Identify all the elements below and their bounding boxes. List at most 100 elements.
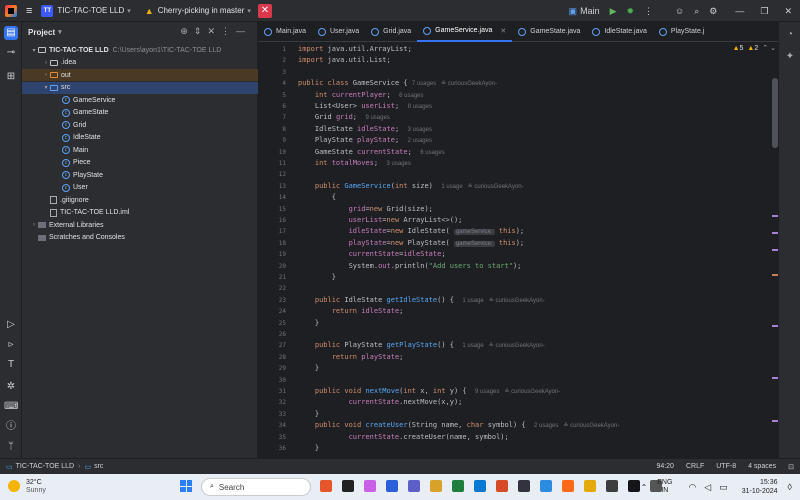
code-line[interactable]: GameState currentState; 6 usages [298, 147, 445, 158]
taskbar-app-icon[interactable] [320, 480, 332, 492]
tree-item[interactable]: TIC-TAC-TOE LLD.iml [22, 207, 258, 219]
code-line[interactable]: } [298, 443, 319, 454]
project-switcher[interactable]: TT TIC-TAC-TOE LLD ▾ [41, 4, 131, 17]
taskbar-app-icon[interactable] [562, 480, 574, 492]
debug-icon[interactable]: ✹ [627, 6, 635, 17]
code-line[interactable]: int totalMoves; 3 usages [298, 158, 411, 169]
code-line[interactable]: public PlayState getPlayState() { 1 usag… [298, 340, 545, 351]
weather-icon[interactable] [8, 480, 20, 492]
tray-overflow-icon[interactable]: ⌃ [641, 483, 648, 492]
taskbar-app-icon[interactable] [386, 480, 398, 492]
wifi-icon[interactable]: ◠ [688, 482, 696, 493]
editor-tab[interactable]: GameState.java [512, 22, 586, 42]
editor-tab[interactable]: IdleState.java [586, 22, 652, 42]
tree-item[interactable]: c Main [22, 144, 258, 156]
more-icon[interactable]: ⋮ [644, 6, 653, 17]
project-icon[interactable]: ▤ [4, 26, 18, 40]
speaker-icon[interactable]: ◁ [704, 482, 711, 493]
run-config-select[interactable]: Main [580, 6, 600, 16]
code-line[interactable]: } [298, 409, 319, 420]
code-line[interactable]: return idleState; [298, 306, 404, 317]
breadcrumb-folder[interactable]: src [94, 463, 103, 470]
panel-tools[interactable]: ⊕⇕✕⋮— [180, 26, 251, 37]
code-line[interactable]: PlayState playState; 2 usages [298, 135, 432, 146]
code-area[interactable]: import java.util.ArrayList; import java.u… [298, 42, 778, 458]
taskbar-search[interactable]: ⌕ Search [201, 478, 311, 496]
code-line[interactable]: idleState=new IdleState( gameService: th… [298, 226, 524, 237]
tree-item[interactable]: .gitignore [22, 194, 258, 206]
chevron-down-icon[interactable]: ▾ [42, 84, 50, 91]
editor-tab[interactable]: Main.java [258, 22, 312, 42]
chevron-right-icon[interactable]: › [42, 72, 50, 78]
line-separator[interactable]: CRLF [686, 463, 704, 471]
code-line[interactable]: userList=new ArrayList<>(); [298, 215, 463, 226]
restore-icon[interactable]: ❐ [760, 6, 768, 17]
editor-tab[interactable]: User.java [312, 22, 365, 42]
tree-item[interactable]: c GameService [22, 94, 258, 106]
breadcrumb-project[interactable]: TIC-TAC-TOE LLD [16, 463, 74, 470]
tree-item[interactable]: Scratches and Consoles [22, 232, 258, 244]
taskbar-app-icon[interactable] [364, 480, 376, 492]
tree-item[interactable]: c Piece [22, 157, 258, 169]
code-line[interactable]: } [298, 272, 336, 283]
tree-item[interactable]: › External Libraries [22, 219, 258, 231]
code-line[interactable]: IdleState idleState; 3 usages [298, 124, 432, 135]
tree-item[interactable]: c IdleState [22, 132, 258, 144]
language-indicator[interactable]: ENG IN [657, 479, 672, 495]
chevron-right-icon[interactable]: › [42, 60, 50, 66]
code-line[interactable]: } [298, 363, 319, 374]
editor-tab[interactable]: GameService.java ✕ [417, 22, 513, 42]
settings-icon[interactable]: ⚙ [709, 6, 717, 17]
code-line[interactable]: List<User> userList; 8 usages [298, 101, 432, 112]
code-line[interactable]: return playState; [298, 352, 404, 363]
taskbar-app-icon[interactable] [628, 480, 640, 492]
build-icon[interactable]: ▹ [4, 338, 18, 352]
taskbar-app-icon[interactable] [342, 480, 354, 492]
clock[interactable]: 15:36 31-10-2024 [742, 478, 778, 496]
ai-assistant-icon[interactable]: ✦ [783, 50, 797, 64]
code-line[interactable]: public void nextMove(int x, int y) { 9 u… [298, 386, 560, 397]
close-icon[interactable]: ✕ [257, 3, 272, 18]
tree-item[interactable]: ▾ TIC-TAC-TOE LLD C:\Users\ayon1\TIC-TAC-T… [22, 44, 258, 56]
taskbar-app-icon[interactable] [518, 480, 530, 492]
notifications-icon[interactable]: ◔ [783, 28, 797, 42]
taskbar-app-icon[interactable] [496, 480, 508, 492]
taskbar-app-icon[interactable] [540, 480, 552, 492]
editor-tab[interactable]: PlayState.j [653, 22, 710, 42]
code-line[interactable]: } [298, 318, 319, 329]
weather-widget[interactable]: 32°C Sunny [26, 479, 46, 495]
code-line[interactable]: int currentPlayer; 6 usages [298, 90, 424, 101]
problems-icon[interactable]: ⓘ [4, 420, 18, 434]
tree-item[interactable]: › .idea [22, 57, 258, 69]
tree-item[interactable]: c GameState [22, 107, 258, 119]
inspection-widget[interactable]: ▲ 5 ▲ 2 ⌃ ⌄ [733, 44, 776, 53]
close-window-icon[interactable]: ✕ [784, 6, 792, 17]
caret-position[interactable]: 94:20 [656, 463, 674, 471]
editor-tab[interactable]: Grid.java [365, 22, 417, 42]
hamburger-icon[interactable]: ≡ [26, 5, 32, 17]
tree-item[interactable]: c PlayState [22, 169, 258, 181]
code-line[interactable]: playState=new PlayState( gameService: th… [298, 238, 524, 249]
indent-setting[interactable]: 4 spaces [748, 463, 776, 471]
close-tab-icon[interactable]: ✕ [500, 27, 506, 35]
code-line[interactable]: public class GameService { 7 usages ≗ cu… [298, 78, 497, 89]
chevron-right-icon[interactable]: › [30, 222, 38, 228]
windows-start-icon[interactable] [180, 480, 192, 492]
maven-icon[interactable]: T [4, 358, 18, 372]
taskbar-app-icon[interactable] [452, 480, 464, 492]
code-line[interactable]: grid=new Grid(size); [298, 204, 433, 215]
minimize-icon[interactable]: — [735, 6, 744, 16]
tree-item[interactable]: c User [22, 182, 258, 194]
run-tool-icon[interactable]: ▷ [4, 318, 18, 332]
search-icon[interactable]: ⌕ [694, 6, 699, 17]
commit-icon[interactable]: ⊸ [4, 46, 18, 60]
terminal-icon[interactable]: ⌨ [4, 400, 18, 414]
code-line[interactable]: Grid grid; 9 usages [298, 112, 390, 123]
taskbar-app-icon[interactable] [408, 480, 420, 492]
battery-icon[interactable]: ▭ [719, 482, 728, 493]
taskbar-app-icon[interactable] [606, 480, 618, 492]
code-line[interactable]: { [298, 192, 336, 203]
code-line[interactable]: System.out.println("Add users to start")… [298, 261, 522, 272]
taskbar-app-icon[interactable] [430, 480, 442, 492]
code-line[interactable]: import java.util.ArrayList; [298, 44, 412, 55]
